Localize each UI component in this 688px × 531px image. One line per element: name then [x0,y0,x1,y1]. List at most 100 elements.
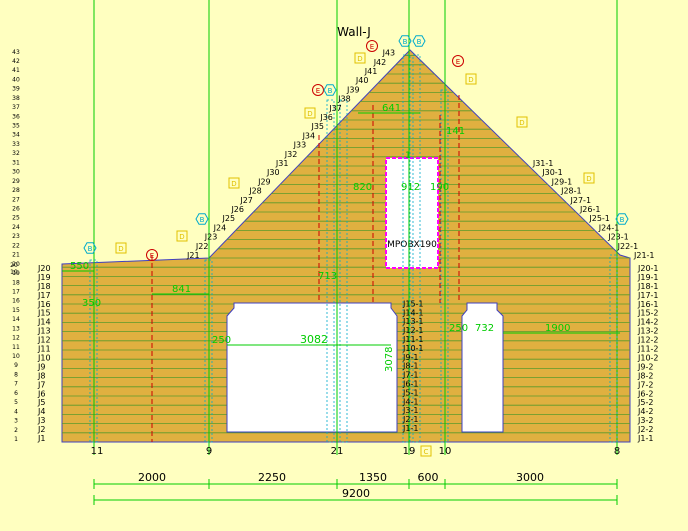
dim-912: 912 [401,182,420,193]
gridline-label-11: 11 [91,446,104,457]
course-number-26: 26 [12,206,20,213]
middle-label-J13-1: J13-1 [402,317,424,326]
gridline-label-10: 10 [439,446,452,457]
window-label: MPOBX190 [387,240,437,250]
left-label-J7: J7 [37,380,45,389]
dim-3078: 3078 [384,347,395,372]
right-label-J16-1: J16-1 [637,300,659,309]
marker-e-top: E [370,43,374,51]
middle-label-J1-1: J1-1 [402,424,418,433]
middle-label-J5-1: J5-1 [402,388,418,397]
marker-d-far-left: D [118,245,123,253]
course-number-24: 24 [12,224,20,231]
left-extra-19: 19 [10,269,18,276]
marker-d-right: D [519,119,524,127]
right-label-J4-2: J4-2 [637,407,653,416]
gridline-label-9: 9 [206,446,212,457]
right-label-J3-2: J3-2 [637,416,653,425]
slope-left-label-J26: J26 [230,205,244,214]
dim-250a: 250 [212,335,231,346]
left-label-J5: J5 [37,398,45,407]
wall-title: Wall-J [337,25,371,39]
course-number-12: 12 [12,335,20,342]
middle-label-J6-1: J6-1 [402,380,418,389]
slope-left-label-J37: J37 [328,104,342,113]
course-number-35: 35 [12,123,20,130]
course-number-41: 41 [12,67,20,74]
course-number-25: 25 [12,215,20,222]
slope-right-label-J31-1: J31-1 [532,159,554,168]
slope-left-label-J30: J30 [266,168,280,177]
right-label-J11-2: J11-2 [637,345,659,354]
right-label-J8-2: J8-2 [637,371,653,380]
marker-b-top-1: B [403,38,408,46]
slope-left-label-J22: J22 [195,242,209,251]
marker-b-left: B [200,216,205,224]
left-label-J16: J16 [37,300,51,309]
slope-left-label-J40: J40 [355,76,369,85]
slope-left-label-J39: J39 [346,85,360,94]
left-label-J13: J13 [37,327,51,336]
slope-left-label-J38: J38 [337,95,351,104]
course-number-28: 28 [12,187,20,194]
course-number-6: 6 [14,390,18,397]
left-label-J2: J2 [37,425,45,434]
seg-1350: 1350 [359,471,387,484]
course-number-2: 2 [14,427,18,434]
slope-right-label-J28-1: J28-1 [560,187,582,196]
slope-left-label-J33: J33 [293,141,307,150]
course-number-8: 8 [14,371,18,378]
left-label-J18: J18 [37,282,51,291]
left-label-J1: J1 [37,434,45,443]
right-label-J17-1: J17-1 [637,291,659,300]
slope-left-label-J36: J36 [319,113,333,122]
left-label-J9: J9 [37,362,45,371]
right-label-J13-2: J13-2 [637,327,659,336]
middle-label-J10-1: J10-1 [402,344,424,353]
gridline-label-8: 8 [614,446,620,457]
slope-left-label-J42: J42 [373,58,387,67]
marker-e-left: E [150,252,154,260]
slope-right-label-J22-1: J22-1 [617,242,639,251]
course-number-27: 27 [12,196,20,203]
slope-left-label-J32: J32 [284,150,298,159]
dim-1900: 1900 [545,323,570,334]
left-label-J4: J4 [37,407,45,416]
dim-190: 190 [430,182,449,193]
marker-d-left-mid: D [231,180,236,188]
marker-b-right: B [620,216,625,224]
course-number-17: 17 [12,288,20,295]
slope-left-label-J27: J27 [239,196,253,205]
course-number-38: 38 [12,95,20,102]
left-extra-20: 20 [10,262,18,269]
slope-left-label-J25: J25 [222,214,236,223]
middle-label-J11-1: J11-1 [402,335,424,344]
right-label-J15-2: J15-2 [637,309,659,318]
right-label-J6-2: J6-2 [637,389,653,398]
left-label-J14: J14 [37,318,51,327]
right-label-J18-1: J18-1 [637,282,659,291]
slope-right-label-J24-1: J24-1 [598,223,620,232]
right-label-J12-2: J12-2 [637,336,659,345]
course-number-18: 18 [12,279,20,286]
course-number-3: 3 [14,418,18,425]
middle-label-J9-1: J9-1 [402,353,418,362]
slope-left-label-J34: J34 [302,131,316,140]
course-number-39: 39 [12,86,20,93]
slope-left-label-J28: J28 [248,187,262,196]
right-label-J1-1: J1-1 [637,434,653,443]
total-9200: 9200 [342,487,370,500]
left-label-J17: J17 [37,291,51,300]
marker-b-slope: B [328,87,333,95]
course-number-43: 43 [12,49,20,56]
course-number-37: 37 [12,104,20,111]
dim-141: 141 [446,126,465,137]
right-label-J2-2: J2-2 [637,425,653,434]
slope-left-label-J31: J31 [275,159,289,168]
dim-3082: 3082 [300,333,328,346]
course-number-16: 16 [12,298,20,305]
slope-right-label-J21-1: J21-1 [633,251,655,260]
course-number-36: 36 [12,113,20,120]
seg-600: 600 [418,471,439,484]
left-label-J6: J6 [37,389,45,398]
